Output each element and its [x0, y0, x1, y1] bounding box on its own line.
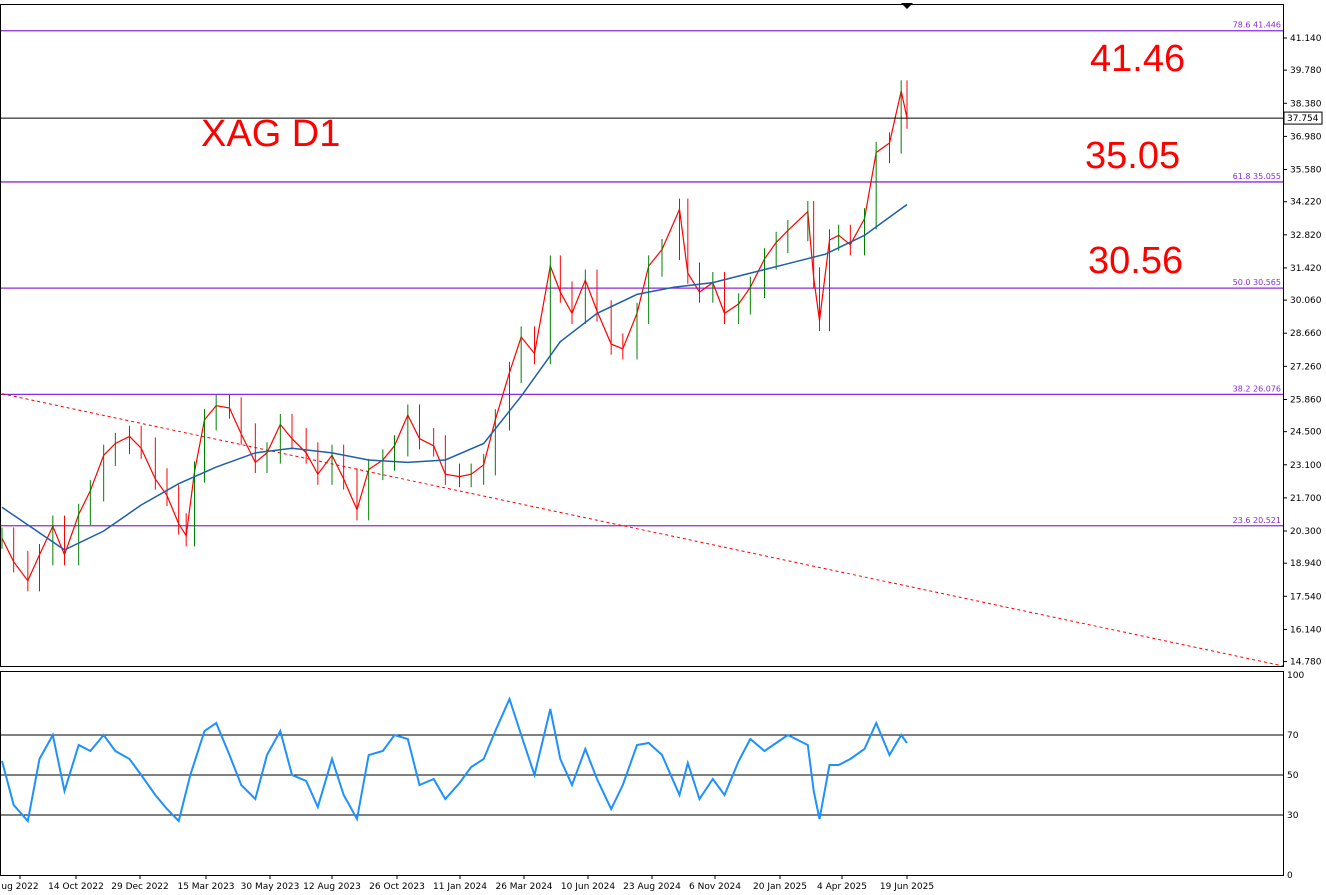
x-tick-label: 26 Oct 2023 — [369, 882, 425, 892]
x-tick-label: 19 Jun 2025 — [880, 882, 934, 892]
y-tick-label: 18.940 — [1290, 559, 1322, 569]
y-tick-label: 35.580 — [1290, 166, 1322, 176]
oscillator-tick-label: 70 — [1287, 731, 1299, 741]
y-tick-label: 34.220 — [1290, 198, 1322, 208]
y-tick-label: 16.140 — [1290, 625, 1322, 635]
y-tick-label: 36.980 — [1290, 132, 1322, 142]
x-tick-label: 20 Jan 2025 — [753, 882, 807, 892]
x-tick-label: ug 2022 — [1, 882, 38, 892]
y-tick-label: 27.260 — [1290, 362, 1322, 372]
y-tick-label: 30.060 — [1290, 296, 1322, 306]
x-tick-label: 26 Mar 2024 — [495, 882, 552, 892]
oscillator-tick-label: 30 — [1287, 811, 1299, 821]
y-tick-label: 24.500 — [1290, 428, 1322, 438]
x-tick-label: 12 Aug 2023 — [303, 882, 361, 892]
y-tick-label: 14.780 — [1290, 658, 1322, 668]
y-tick-label: 41.140 — [1290, 34, 1322, 44]
x-tick-label: 11 Jan 2024 — [433, 882, 487, 892]
chart-title: XAG D1 — [201, 113, 340, 155]
oscillator-tick-label: 0 — [1287, 871, 1293, 881]
x-tick-label: 23 Aug 2024 — [623, 882, 681, 892]
fib-level-label: 61.8 35.055 — [1233, 172, 1281, 181]
y-tick-label: 17.540 — [1290, 592, 1322, 602]
x-tick-label: 14 Oct 2022 — [48, 882, 104, 892]
fib-level-label: 23.6 20.521 — [1233, 516, 1281, 525]
annotation-41-46: 41.46 — [1090, 38, 1185, 80]
x-tick-label: 30 May 2023 — [241, 882, 300, 892]
y-tick-label: 38.380 — [1290, 99, 1322, 109]
y-tick-label: 32.820 — [1290, 231, 1322, 241]
y-tick-label: 28.660 — [1290, 329, 1322, 339]
annotation-30-56: 30.56 — [1088, 240, 1183, 282]
x-tick-label: 29 Dec 2022 — [111, 882, 169, 892]
fib-level-label: 38.2 26.076 — [1233, 384, 1281, 393]
oscillator-tick-label: 100 — [1287, 671, 1304, 681]
x-tick-label: 4 Apr 2025 — [817, 882, 867, 892]
y-tick-label: 25.860 — [1290, 395, 1322, 405]
oscillator-tick-label: 50 — [1287, 771, 1299, 781]
annotation-35-05: 35.05 — [1085, 135, 1180, 177]
y-tick-label: 31.420 — [1290, 264, 1322, 274]
y-tick-label: 39.780 — [1290, 66, 1322, 76]
y-tick-label: 20.300 — [1290, 527, 1322, 537]
x-tick-label: 15 Mar 2023 — [177, 882, 234, 892]
fib-level-label: 78.6 41.446 — [1233, 21, 1281, 30]
fib-level-label: 50.0 30.565 — [1233, 278, 1281, 287]
chart: 78.6 41.446 61.8 35.055 50.0 30.565 38.2 26… — [0, 0, 1326, 895]
x-tick-label: 10 Jun 2024 — [561, 882, 615, 892]
y-tick-label: 23.100 — [1290, 461, 1322, 471]
y-tick-label: 21.700 — [1290, 494, 1322, 504]
current-price-label: 37.754 — [1287, 114, 1319, 124]
x-tick-label: 6 Nov 2024 — [689, 882, 741, 892]
